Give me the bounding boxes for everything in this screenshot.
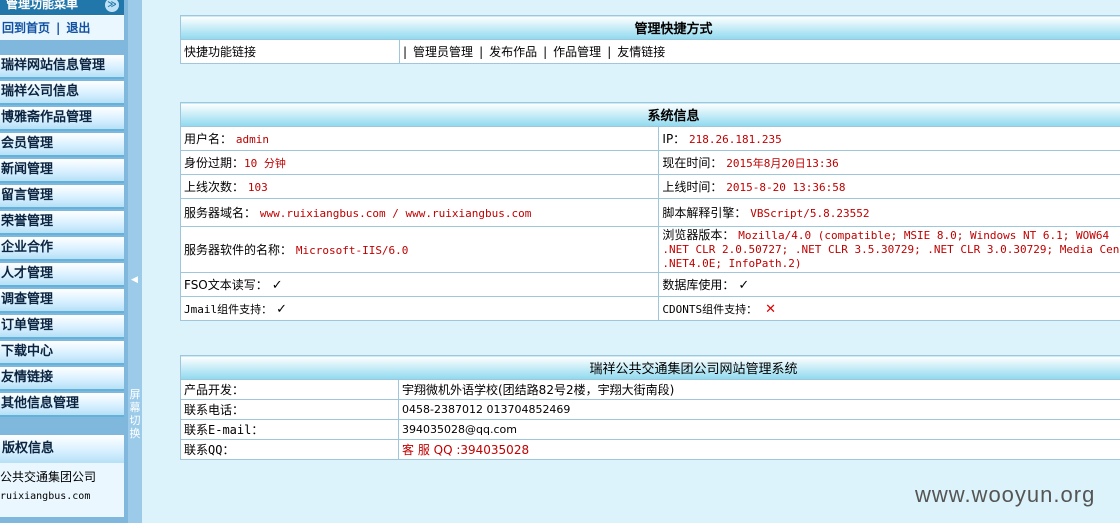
cdonts-cross-icon: ✕ xyxy=(765,301,777,317)
collapse-arrow-icon[interactable]: ◀ xyxy=(131,275,138,285)
copyright-website: w.ruixiangbus.com xyxy=(0,491,91,502)
copyright-title: 版权信息 xyxy=(0,435,124,463)
shortcut-link-admins[interactable]: 管理员管理 xyxy=(413,45,473,59)
username-value: admin xyxy=(235,133,269,146)
cdonts-cell: CDONTS组件支持： ✕ xyxy=(658,296,1120,321)
login-time-label: 上线时间： xyxy=(662,180,723,194)
home-link[interactable]: 回到首页 xyxy=(2,16,50,41)
menu-header-title: 管理功能菜单 xyxy=(6,0,79,11)
shortcut-link-works[interactable]: 作品管理 xyxy=(553,45,601,59)
browser-label: 浏览器版本： xyxy=(662,228,735,242)
sidebar-item-orders[interactable]: 订单管理 xyxy=(0,315,124,339)
script-engine-label: 脚本解释引擎： xyxy=(662,206,747,220)
server-software-value: Microsoft-IIS/6.0 xyxy=(295,244,409,257)
watermark: www.wooyun.org xyxy=(915,482,1096,507)
cdonts-label: CDONTS组件支持： xyxy=(662,302,758,316)
expire-cell: 身份过期：10 分钟 xyxy=(179,150,660,175)
domain-value: www.ruixiangbus.com / www.ruixiangbus.co… xyxy=(259,207,532,220)
email-value[interactable]: 394035028@qq.com xyxy=(398,419,1120,440)
shortcuts-table: 管理快捷方式 快捷功能链接 | 管理员管理 | 发布作品 | 作品管理 | 友情链接 xyxy=(180,15,1120,64)
ip-label: IP： xyxy=(662,132,686,146)
sidebar-item-downloads[interactable]: 下载中心 xyxy=(0,341,124,365)
separator: | xyxy=(607,45,612,59)
sidebar-item-links[interactable]: 友情链接 xyxy=(0,367,124,391)
company-table: 瑞祥公共交通集团公司网站管理系统 产品开发： 宇翔微机外语学校(团结路82号2楼… xyxy=(180,355,1120,460)
dev-value: 宇翔微机外语学校(团结路82号2楼，宇翔大街南段) xyxy=(398,379,1120,400)
fso-cell: FSO文本读写： ✓ xyxy=(179,272,660,297)
jmail-label: Jmail组件支持： xyxy=(184,302,273,316)
fso-label: FSO文本读写： xyxy=(184,278,268,292)
browser-line-3: .NET4.0E; InfoPath.2) xyxy=(662,257,802,270)
screen-switch-bar[interactable]: ◀ 屏幕切换 xyxy=(128,0,142,523)
jmail-check-icon: ✓ xyxy=(276,301,288,317)
phone-value: 0458-2387012 013704852469 xyxy=(398,399,1120,420)
domain-label: 服务器域名： xyxy=(184,206,257,220)
sidebar-item-other[interactable]: 其他信息管理 xyxy=(0,393,124,417)
sidebar-item-site-info[interactable]: 瑞祥网站信息管理 xyxy=(0,55,124,79)
fso-check-icon: ✓ xyxy=(271,278,283,293)
sysinfo-title: 系统信息 xyxy=(180,102,1120,127)
dev-label: 产品开发： xyxy=(180,379,399,400)
shortcut-link-friendlinks[interactable]: 友情链接 xyxy=(617,45,665,59)
db-check-icon: ✓ xyxy=(738,278,750,293)
now-label: 现在时间： xyxy=(662,156,723,170)
script-engine-value: VBScript/5.8.23552 xyxy=(750,207,870,220)
separator: | xyxy=(403,45,408,59)
shortcut-link-publish[interactable]: 发布作品 xyxy=(489,45,537,59)
now-cell: 现在时间： 2015年8月20日13:36 xyxy=(658,150,1120,175)
expire-value: 10 分钟 xyxy=(244,157,286,170)
script-engine-cell: 脚本解释引擎： VBScript/5.8.23552 xyxy=(658,198,1120,227)
separator: | xyxy=(479,45,484,59)
logins-value: 103 xyxy=(247,181,268,194)
home-logout-bar: 回到首页 | 退出 xyxy=(0,15,124,40)
browser-line-2: .NET CLR 2.0.50727; .NET CLR 3.5.30729; … xyxy=(662,243,1120,256)
separator: | xyxy=(543,45,548,59)
username-label: 用户名： xyxy=(184,132,233,146)
jmail-cell: Jmail组件支持： ✓ xyxy=(179,296,660,321)
email-label: 联系E-mail： xyxy=(180,419,399,440)
phone-label: 联系电话： xyxy=(180,399,399,420)
logins-label: 上线次数： xyxy=(184,180,245,194)
ip-cell: IP： 218.26.181.235 xyxy=(658,126,1120,151)
copyright-company: 祥公共交通集团公司 xyxy=(0,470,97,484)
username-cell: 用户名： admin xyxy=(179,126,660,151)
expire-label: 身份过期： xyxy=(184,156,245,170)
browser-cell: 浏览器版本： Mozilla/4.0 (compatible; MSIE 8.0… xyxy=(658,226,1120,273)
domain-cell: 服务器域名： www.ruixiangbus.com / www.ruixian… xyxy=(179,198,660,227)
ip-value: 218.26.181.235 xyxy=(689,133,782,146)
sidebar-item-news[interactable]: 新闻管理 xyxy=(0,159,124,183)
sidebar-item-cooperation[interactable]: 企业合作 xyxy=(0,237,124,261)
main-content: 管理快捷方式 快捷功能链接 | 管理员管理 | 发布作品 | 作品管理 | 友情链接 系统信息… xyxy=(142,0,1120,523)
server-software-cell: 服务器软件的名称： Microsoft-IIS/6.0 xyxy=(179,226,660,273)
login-time-cell: 上线时间： 2015-8-20 13:36:58 xyxy=(658,174,1120,199)
shortcuts-title: 管理快捷方式 xyxy=(180,15,1120,40)
browser-line-1: Mozilla/4.0 (compatible; MSIE 8.0; Windo… xyxy=(738,229,1110,242)
logins-cell: 上线次数： 103 xyxy=(179,174,660,199)
db-cell: 数据库使用： ✓ xyxy=(658,272,1120,297)
separator: | xyxy=(56,21,61,35)
sidebar: 管理功能菜单 ≫ 回到首页 | 退出 瑞祥网站信息管理 瑞祥公司信息 博雅斋作品管理… xyxy=(0,0,128,523)
menu-header: 管理功能菜单 ≫ xyxy=(0,0,124,15)
company-title: 瑞祥公共交通集团公司网站管理系统 xyxy=(180,355,1120,380)
sidebar-item-company-info[interactable]: 瑞祥公司信息 xyxy=(0,81,124,105)
now-value: 2015年8月20日13:36 xyxy=(726,157,839,170)
sidebar-item-talent[interactable]: 人才管理 xyxy=(0,263,124,287)
sidebar-item-members[interactable]: 会员管理 xyxy=(0,133,124,157)
sidebar-item-survey[interactable]: 调查管理 xyxy=(0,289,124,313)
screen-switch-label[interactable]: 屏幕切换 xyxy=(129,388,141,440)
qq-label: 联系QQ： xyxy=(180,439,399,460)
shortcut-links: | 管理员管理 | 发布作品 | 作品管理 | 友情链接 xyxy=(399,39,1120,64)
server-software-label: 服务器软件的名称： xyxy=(184,243,293,257)
logout-link[interactable]: 退出 xyxy=(66,16,90,41)
collapse-toggle-icon[interactable]: ≫ xyxy=(105,0,119,12)
db-label: 数据库使用： xyxy=(662,278,735,292)
shortcuts-row-label: 快捷功能链接 xyxy=(180,39,400,64)
sidebar-item-works[interactable]: 博雅斋作品管理 xyxy=(0,107,124,131)
login-time-value: 2015-8-20 13:36:58 xyxy=(726,181,846,194)
copyright-box: 版权信息 祥公共交通集团公司 w.ruixiangbus.com xyxy=(0,435,124,517)
sidebar-item-honors[interactable]: 荣誉管理 xyxy=(0,211,124,235)
qq-value[interactable]: 客 服 QQ :394035028 xyxy=(398,439,1120,460)
sysinfo-table: 系统信息 用户名： admin IP： 218.26.181.235 身份过期：… xyxy=(179,102,1120,321)
sidebar-item-messages[interactable]: 留言管理 xyxy=(0,185,124,209)
